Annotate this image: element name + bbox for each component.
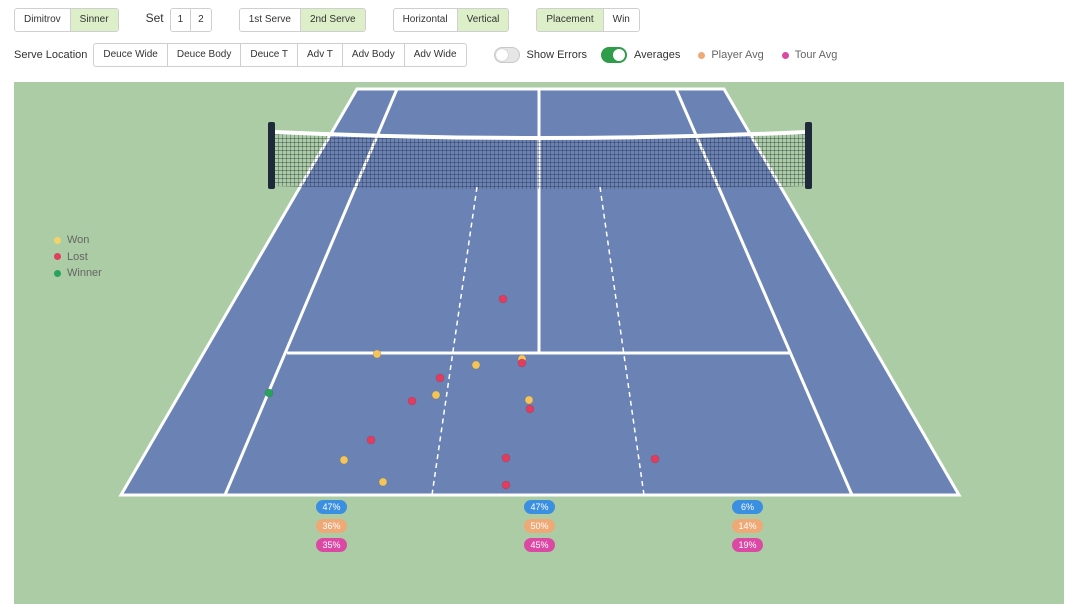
player-pct-badge: 47% (316, 500, 347, 514)
player-avg-badge: 50% (524, 519, 555, 533)
lost-label: Lost (67, 250, 88, 263)
placement-button[interactable]: Placement (537, 9, 604, 31)
legend-won: Won (54, 232, 102, 249)
serve-marker-won[interactable] (471, 360, 481, 370)
legend-winner: Winner (54, 265, 102, 282)
player-avg-swatch (698, 51, 706, 59)
set-button-1[interactable]: 1 (171, 9, 192, 31)
tour-avg-badge: 35% (316, 538, 347, 552)
winner-label: Winner (67, 267, 102, 280)
averages-toggle[interactable] (601, 47, 628, 63)
serve-marker-lost[interactable] (407, 396, 417, 406)
horizontal-button[interactable]: Horizontal (394, 9, 458, 31)
zone-stats-body: 47% 50% 45% (524, 500, 555, 557)
set-label: Set (145, 11, 164, 25)
tour-avg-badge: 19% (732, 538, 763, 552)
court-area: Won Lost Winner 47% 36% 35% 47% 50% 45% … (14, 82, 1064, 604)
net-mesh (274, 132, 806, 189)
outcome-legend: Won Lost Winner (54, 232, 102, 282)
player-avg-label: Player Avg (711, 49, 764, 61)
show-errors-toggle[interactable] (493, 47, 520, 63)
serve-marker-won[interactable] (378, 477, 388, 487)
location-deuce-body[interactable]: Deuce Body (168, 44, 242, 66)
serve-marker-lost[interactable] (498, 294, 508, 304)
serve-marker-won[interactable] (372, 349, 382, 359)
player-button-sinner[interactable]: Sinner (70, 9, 118, 31)
serve-marker-won[interactable] (339, 455, 349, 465)
serve-marker-lost[interactable] (650, 454, 660, 464)
serve-marker-lost[interactable] (501, 480, 511, 490)
first-serve-button[interactable]: 1st Serve (240, 9, 301, 31)
serve-marker-lost[interactable] (366, 435, 376, 445)
serve-marker-lost[interactable] (525, 404, 535, 414)
serve-location-selector: Deuce Wide Deuce Body Deuce T Adv T Adv … (93, 43, 467, 67)
net-post-right (805, 122, 812, 189)
serve-marker-winner[interactable] (264, 388, 274, 398)
vertical-button[interactable]: Vertical (457, 9, 509, 31)
tour-avg-badge: 45% (524, 538, 555, 552)
location-deuce-wide[interactable]: Deuce Wide (94, 44, 168, 66)
player-button-dimitrov[interactable]: Dimitrov (15, 9, 71, 31)
set-selector: 1 2 (169, 8, 212, 32)
serve-marker-lost[interactable] (501, 453, 511, 463)
player-pct-badge: 6% (732, 500, 763, 514)
net-post-left (268, 122, 275, 189)
location-controls: Serve Location Deuce Wide Deuce Body Deu… (14, 43, 837, 67)
winner-swatch (54, 269, 61, 277)
serve-marker-won[interactable] (524, 395, 534, 405)
tour-avg-label: Tour Avg (794, 49, 838, 61)
player-avg-badge: 36% (316, 519, 347, 533)
toggle-knob (495, 49, 508, 61)
serve-marker-lost[interactable] (435, 373, 445, 383)
player-avg-legend: Player Avg (698, 49, 764, 61)
set-button-2[interactable]: 2 (191, 9, 211, 31)
serve-marker-lost[interactable] (517, 358, 527, 368)
location-adv-t[interactable]: Adv T (298, 44, 343, 66)
player-avg-badge: 14% (732, 519, 763, 533)
won-swatch (54, 236, 61, 244)
win-button[interactable]: Win (604, 9, 639, 31)
tour-avg-legend: Tour Avg (781, 49, 838, 61)
location-deuce-t[interactable]: Deuce T (241, 44, 298, 66)
serve-marker-won[interactable] (431, 390, 441, 400)
mode-selector: Placement Win (536, 8, 640, 32)
player-selector: Dimitrov Sinner (14, 8, 119, 32)
player-pct-badge: 47% (524, 500, 555, 514)
legend-lost: Lost (54, 249, 102, 266)
serve-location-label: Serve Location (14, 49, 88, 61)
tour-avg-swatch (781, 51, 789, 59)
top-controls: Dimitrov Sinner Set 1 2 1st Serve 2nd Se… (14, 8, 640, 32)
location-adv-wide[interactable]: Adv Wide (405, 44, 466, 66)
serve-selector: 1st Serve 2nd Serve (238, 8, 366, 32)
zone-stats-wide: 47% 36% 35% (316, 500, 347, 557)
lost-swatch (54, 253, 61, 261)
show-errors-label: Show Errors (526, 49, 588, 61)
zone-stats-t: 6% 14% 19% (732, 500, 763, 557)
won-label: Won (67, 234, 90, 247)
averages-label: Averages (634, 49, 681, 61)
orientation-selector: Horizontal Vertical (392, 8, 510, 32)
second-serve-button[interactable]: 2nd Serve (300, 9, 365, 31)
location-adv-body[interactable]: Adv Body (343, 44, 405, 66)
toggle-knob (613, 49, 626, 61)
